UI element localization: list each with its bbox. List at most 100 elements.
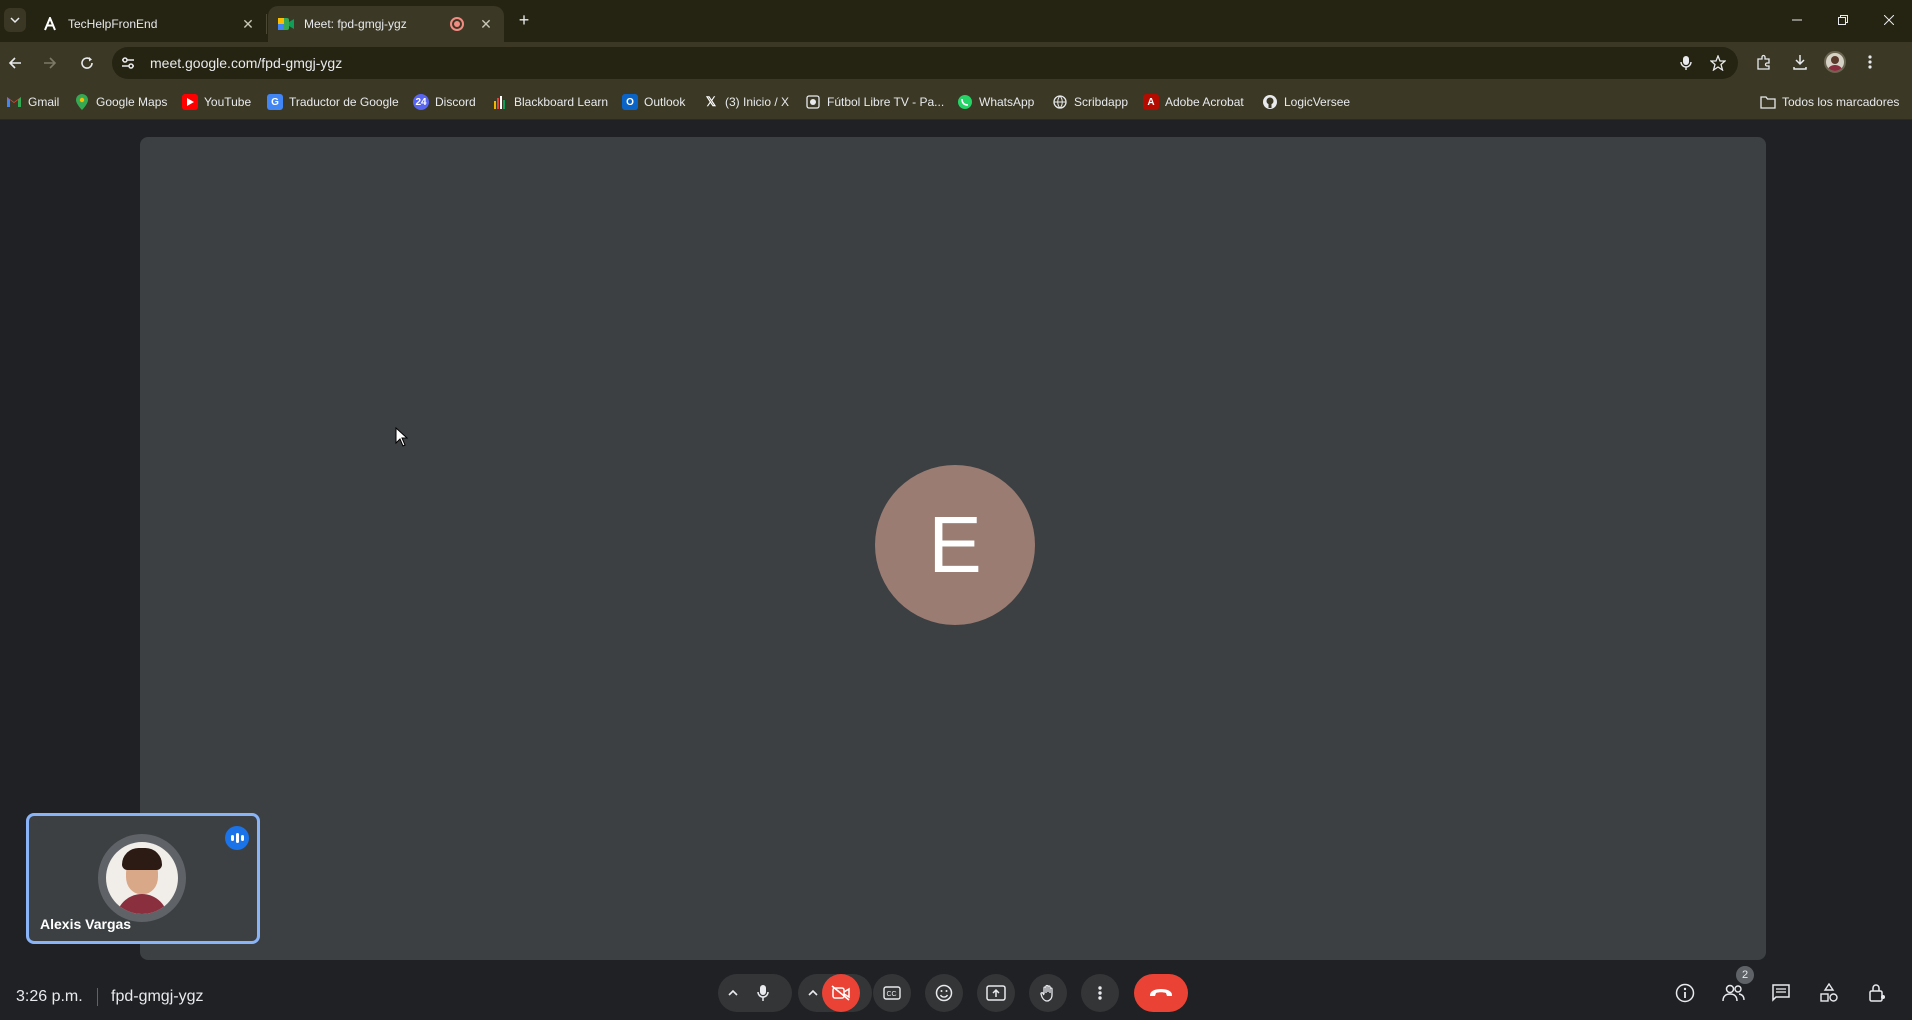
bookmark-blackboard[interactable]: Blackboard Learn: [492, 92, 608, 112]
folder-icon: [1760, 94, 1776, 110]
tab-strip: TecHelpFronEnd ✕ Meet: fpd-gmgj-ygz ✕ +: [0, 0, 1912, 42]
mouse-cursor-icon: [395, 427, 409, 447]
tab-title: TecHelpFronEnd: [68, 17, 158, 31]
futbol-icon: [805, 94, 821, 110]
address-bar[interactable]: meet.google.com/fpd-gmgj-ygz: [112, 47, 1738, 79]
bookmark-acrobat[interactable]: A Adobe Acrobat: [1143, 92, 1244, 112]
captions-button[interactable]: CC: [873, 974, 911, 1012]
back-button[interactable]: [2, 50, 28, 76]
chat-icon: [1772, 984, 1790, 1002]
youtube-icon: [182, 94, 198, 110]
bookmark-label: Outlook: [644, 95, 686, 109]
gmail-icon: [6, 94, 22, 110]
chat-button[interactable]: [1762, 974, 1800, 1012]
close-icon[interactable]: ✕: [240, 16, 256, 32]
info-icon: [1675, 983, 1695, 1003]
bookmark-label: Discord: [435, 95, 476, 109]
meeting-details-button[interactable]: [1666, 974, 1704, 1012]
close-icon[interactable]: ✕: [478, 16, 494, 32]
meet-bottom-bar: 3:26 p.m. fpd-gmgj-ygz CC 2: [0, 966, 1912, 1020]
bookmark-label: Gmail: [28, 95, 60, 109]
svg-text:CC: CC: [887, 991, 897, 998]
meet-area: E Alexis Vargas 3:26 p.m. fpd-gmgj-ygz C…: [0, 121, 1912, 1020]
site-a-icon: [42, 16, 58, 32]
url-text[interactable]: meet.google.com/fpd-gmgj-ygz: [150, 55, 342, 71]
tab-meet[interactable]: Meet: fpd-gmgj-ygz ✕: [268, 6, 504, 42]
bookmark-discord[interactable]: 24 Discord: [413, 92, 476, 112]
window-controls: [1774, 0, 1912, 40]
x-icon: 𝕏: [705, 94, 717, 109]
bookmark-scribdapp[interactable]: Scribdapp: [1052, 92, 1128, 112]
bookmark-google-maps[interactable]: Google Maps: [74, 92, 167, 112]
people-icon: [1722, 984, 1745, 1002]
profile-avatar[interactable]: [1824, 51, 1846, 73]
more-options-button[interactable]: [1081, 974, 1119, 1012]
bookmark-label: Todos los marcadores: [1782, 95, 1900, 109]
bookmarks-bar: Gmail Google Maps YouTube G Traductor de…: [0, 84, 1912, 120]
bookmark-x[interactable]: 𝕏 (3) Inicio / X: [703, 92, 789, 112]
arrow-right-icon: [44, 57, 57, 69]
raise-hand-button[interactable]: [1029, 974, 1067, 1012]
more-vert-icon: [1098, 986, 1102, 1000]
call-end-icon: [1150, 989, 1172, 996]
self-name: Alexis Vargas: [40, 916, 132, 932]
reload-icon: [81, 57, 93, 69]
speaking-indicator-icon: [225, 826, 249, 850]
end-call-button[interactable]: [1134, 974, 1188, 1012]
download-icon[interactable]: [1788, 50, 1812, 74]
tab-search-button[interactable]: [4, 8, 26, 32]
bookmark-label: (3) Inicio / X: [725, 95, 790, 109]
restore-button[interactable]: [1820, 0, 1866, 40]
outlook-icon: O: [622, 94, 638, 110]
chevron-up-icon: [728, 989, 738, 996]
divider: [97, 988, 98, 1006]
tab-title: Meet: fpd-gmgj-ygz: [304, 17, 407, 31]
all-bookmarks[interactable]: Todos los marcadores: [1760, 92, 1899, 112]
bookmark-label: Scribdapp: [1074, 95, 1129, 109]
bookmark-gmail[interactable]: Gmail: [6, 92, 59, 112]
microphone-button[interactable]: [744, 974, 782, 1012]
clock: 3:26 p.m.: [16, 988, 83, 1005]
bookmark-label: WhatsApp: [979, 95, 1035, 109]
recording-icon: [450, 17, 464, 31]
more-vert-icon[interactable]: [1858, 50, 1882, 74]
bookmark-futbol[interactable]: Fútbol Libre TV - Pa...: [805, 92, 944, 112]
main-participant-tile[interactable]: E: [140, 137, 1766, 960]
bookmark-youtube[interactable]: YouTube: [182, 92, 251, 112]
minimize-button[interactable]: [1774, 0, 1820, 40]
lock-person-icon: [1869, 984, 1885, 1002]
close-window-button[interactable]: [1866, 0, 1912, 40]
scribd-icon: [1052, 94, 1068, 110]
bookmark-label: Fútbol Libre TV - Pa...: [827, 95, 945, 109]
activities-button[interactable]: [1810, 974, 1848, 1012]
site-settings-icon[interactable]: [120, 55, 136, 71]
host-controls-button[interactable]: [1858, 974, 1896, 1012]
camera-off-button[interactable]: [822, 974, 860, 1012]
profile-photo: [106, 842, 178, 914]
bookmark-whatsapp[interactable]: WhatsApp: [957, 92, 1034, 112]
bookmark-logicversee[interactable]: LogicVersee: [1262, 92, 1350, 112]
new-tab-button[interactable]: +: [514, 10, 534, 30]
bookmark-label: Traductor de Google: [289, 95, 399, 109]
chevron-up-icon: [808, 989, 818, 996]
maps-icon: [74, 94, 90, 110]
bookmark-label: Google Maps: [96, 95, 168, 109]
self-view-tile[interactable]: Alexis Vargas: [26, 813, 260, 944]
camera-off-icon: [831, 985, 850, 1001]
bookmark-traductor[interactable]: G Traductor de Google: [267, 92, 399, 112]
avatar: [98, 834, 186, 922]
reload-button[interactable]: [74, 50, 100, 76]
emoji-icon: [935, 984, 953, 1002]
reactions-button[interactable]: [925, 974, 963, 1012]
discord-icon: 24: [413, 94, 429, 110]
extensions-icon[interactable]: [1752, 50, 1776, 74]
chevron-down-icon: [10, 17, 20, 24]
bookmark-label: LogicVersee: [1284, 95, 1351, 109]
bookmark-star-icon[interactable]: [1706, 51, 1730, 75]
bookmark-outlook[interactable]: O Outlook: [622, 92, 685, 112]
microphone-icon[interactable]: [1674, 51, 1698, 75]
blackboard-icon: [492, 94, 508, 110]
present-screen-button[interactable]: [977, 974, 1015, 1012]
forward-button[interactable]: [37, 50, 63, 76]
tab-techelpfronend[interactable]: TecHelpFronEnd ✕: [32, 6, 266, 42]
